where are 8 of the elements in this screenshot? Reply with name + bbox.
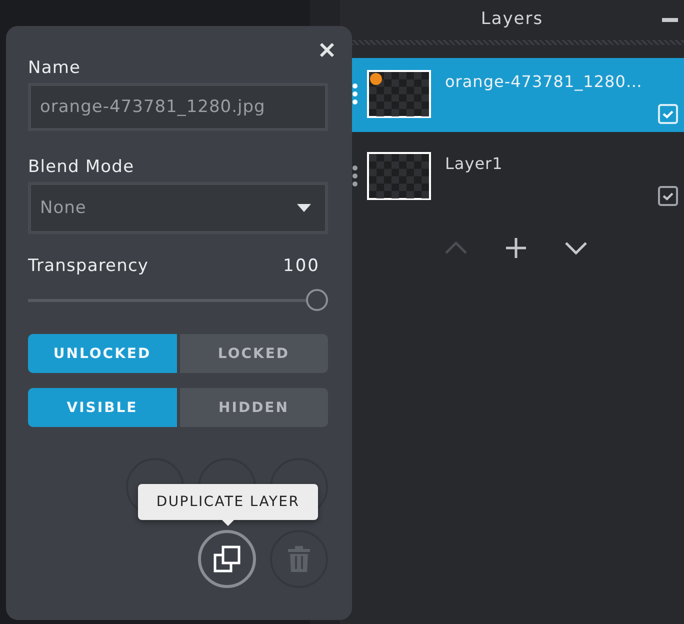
transparency-value: 100 <box>283 256 320 276</box>
layer-name: orange-473781_1280… <box>445 72 642 91</box>
field-label: Name <box>28 58 82 78</box>
field-label: Transparency <box>28 256 149 276</box>
tooltip: DUPLICATE LAYER <box>138 484 318 520</box>
panel-title: Layers <box>480 9 544 29</box>
layer-name: Layer1 <box>445 154 503 173</box>
field-label: Blend Mode <box>28 157 136 177</box>
